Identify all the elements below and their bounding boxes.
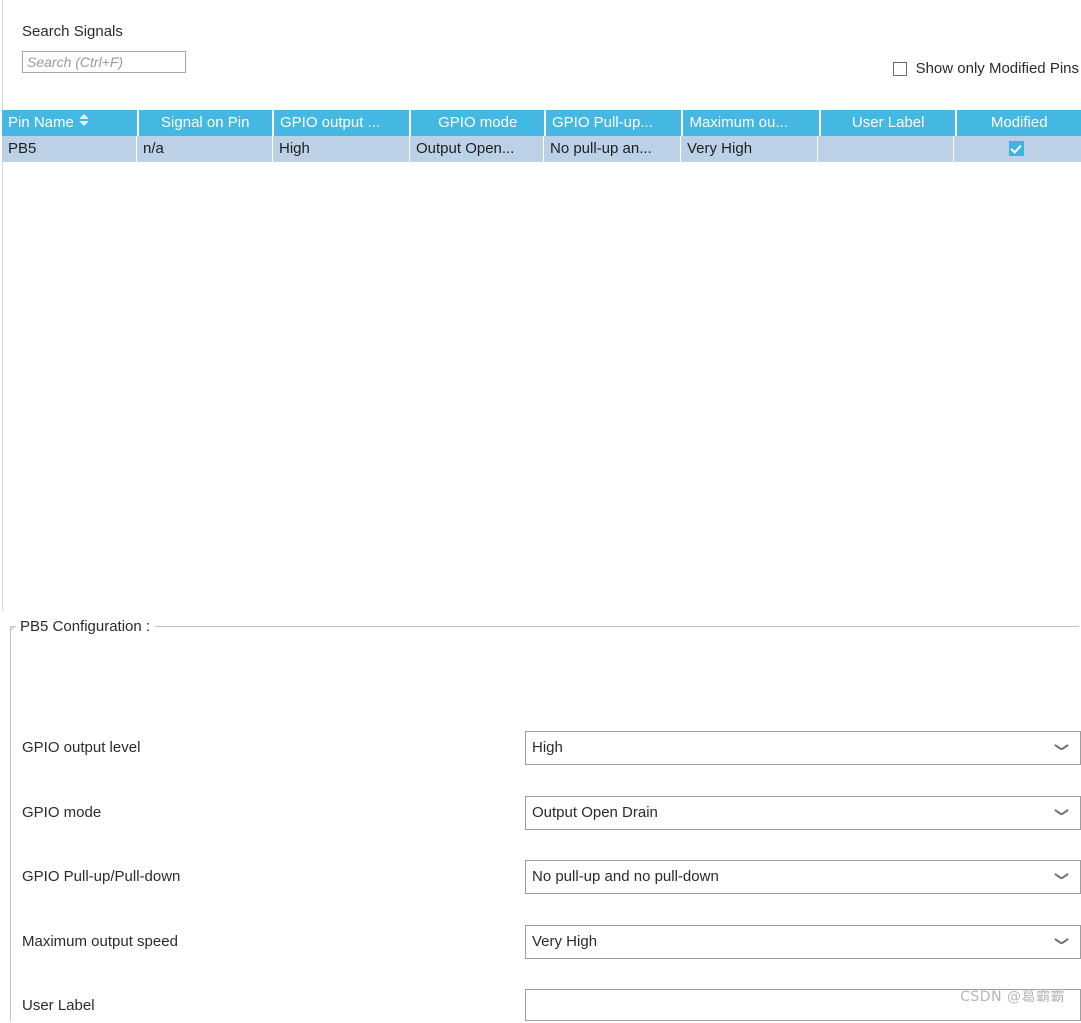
search-signals-label: Search Signals — [22, 23, 123, 40]
column-header-pin-name-label: Pin Name — [8, 114, 74, 131]
modified-checked-icon — [1009, 141, 1024, 156]
search-signals-block: Search Signals — [22, 22, 186, 73]
show-only-modified-pins-row[interactable]: Show only Modified Pins — [892, 60, 1079, 78]
combobox-gpio-pull-up-pull-down[interactable]: No pull-up and no pull-down — [525, 860, 1081, 894]
column-header-gpio-output-level-label: GPIO output ... — [280, 114, 381, 131]
column-header-gpio-pull-up-pull-down-label: GPIO Pull-up... — [551, 114, 653, 131]
combobox-gpio-mode-value: Output Open Drain — [532, 804, 658, 821]
cell-user-label — [818, 136, 954, 162]
field-row-maximum-output-speed: Maximum output speed Very High — [2, 925, 1081, 959]
column-header-user-label[interactable]: User Label — [820, 110, 956, 136]
combobox-gpio-output-level[interactable]: High — [525, 731, 1081, 765]
table-row[interactable]: PB5 n/a High Output Open... No pull-up a… — [2, 136, 1081, 162]
label-user-label: User Label — [22, 997, 95, 1014]
label-gpio-output-level: GPIO output level — [22, 739, 141, 756]
column-header-signal-on-pin-label: Signal on Pin — [161, 114, 250, 131]
column-header-maximum-output-speed-label: Maximum ou... — [689, 114, 788, 131]
combobox-maximum-output-speed[interactable]: Very High — [525, 925, 1081, 959]
label-gpio-pull-up-pull-down: GPIO Pull-up/Pull-down — [22, 868, 181, 885]
column-header-pin-name[interactable]: Pin Name — [2, 110, 137, 136]
combobox-gpio-mode[interactable]: Output Open Drain — [525, 796, 1081, 830]
groupbox-title: PB5 Configuration : — [16, 618, 156, 635]
label-maximum-output-speed: Maximum output speed — [22, 933, 178, 950]
field-row-gpio-mode: GPIO mode Output Open Drain — [2, 796, 1081, 830]
table-header-row: Pin Name Signal on Pin GPIO output ... G… — [2, 110, 1081, 136]
field-row-gpio-output-level: GPIO output level High — [2, 731, 1081, 765]
column-header-modified-label: Modified — [990, 114, 1048, 131]
field-row-gpio-pull-up-pull-down: GPIO Pull-up/Pull-down No pull-up and no… — [2, 860, 1081, 894]
column-header-gpio-mode-label: GPIO mode — [438, 114, 518, 131]
chevron-down-icon[interactable] — [1055, 938, 1068, 946]
chevron-down-icon[interactable] — [1055, 744, 1068, 752]
cell-gpio-mode: Output Open... — [410, 136, 544, 162]
sort-ascending-icon — [78, 114, 89, 126]
panel-left-divider — [2, 0, 3, 611]
column-header-gpio-output-level[interactable]: GPIO output ... — [274, 110, 410, 136]
cell-maximum-output-speed: Very High — [681, 136, 818, 162]
cell-pin-name: PB5 — [2, 136, 137, 162]
pin-configuration-table: Pin Name Signal on Pin GPIO output ... G… — [2, 110, 1081, 162]
groupbox-top-border — [10, 626, 1079, 627]
chevron-down-icon[interactable] — [1055, 873, 1068, 881]
column-header-modified[interactable]: Modified — [957, 110, 1081, 136]
cell-gpio-output-level: High — [273, 136, 410, 162]
show-only-modified-pins-checkbox[interactable] — [892, 62, 907, 76]
cell-signal-on-pin: n/a — [137, 136, 273, 162]
show-only-modified-pins-label: Show only Modified Pins — [915, 60, 1079, 77]
user-label-input[interactable] — [525, 989, 1081, 1021]
cell-gpio-pull-up-pull-down: No pull-up an... — [544, 136, 681, 162]
search-input[interactable] — [22, 51, 186, 73]
pin-configuration-groupbox: PB5 Configuration : GPIO output level Hi… — [2, 618, 1081, 1023]
combobox-gpio-pull-up-pull-down-value: No pull-up and no pull-down — [532, 868, 719, 885]
chevron-down-icon[interactable] — [1055, 809, 1068, 817]
field-row-user-label: User Label — [2, 989, 1081, 1023]
combobox-maximum-output-speed-value: Very High — [532, 933, 598, 950]
column-header-gpio-mode[interactable]: GPIO mode — [411, 110, 544, 136]
label-gpio-mode: GPIO mode — [22, 804, 102, 821]
combobox-gpio-output-level-value: High — [532, 739, 563, 756]
cell-modified[interactable] — [954, 136, 1079, 162]
column-header-gpio-pull-up-pull-down[interactable]: GPIO Pull-up... — [545, 110, 682, 136]
column-header-maximum-output-speed[interactable]: Maximum ou... — [683, 110, 819, 136]
column-header-signal-on-pin[interactable]: Signal on Pin — [138, 110, 272, 136]
column-header-user-label-label: User Label — [851, 114, 925, 131]
